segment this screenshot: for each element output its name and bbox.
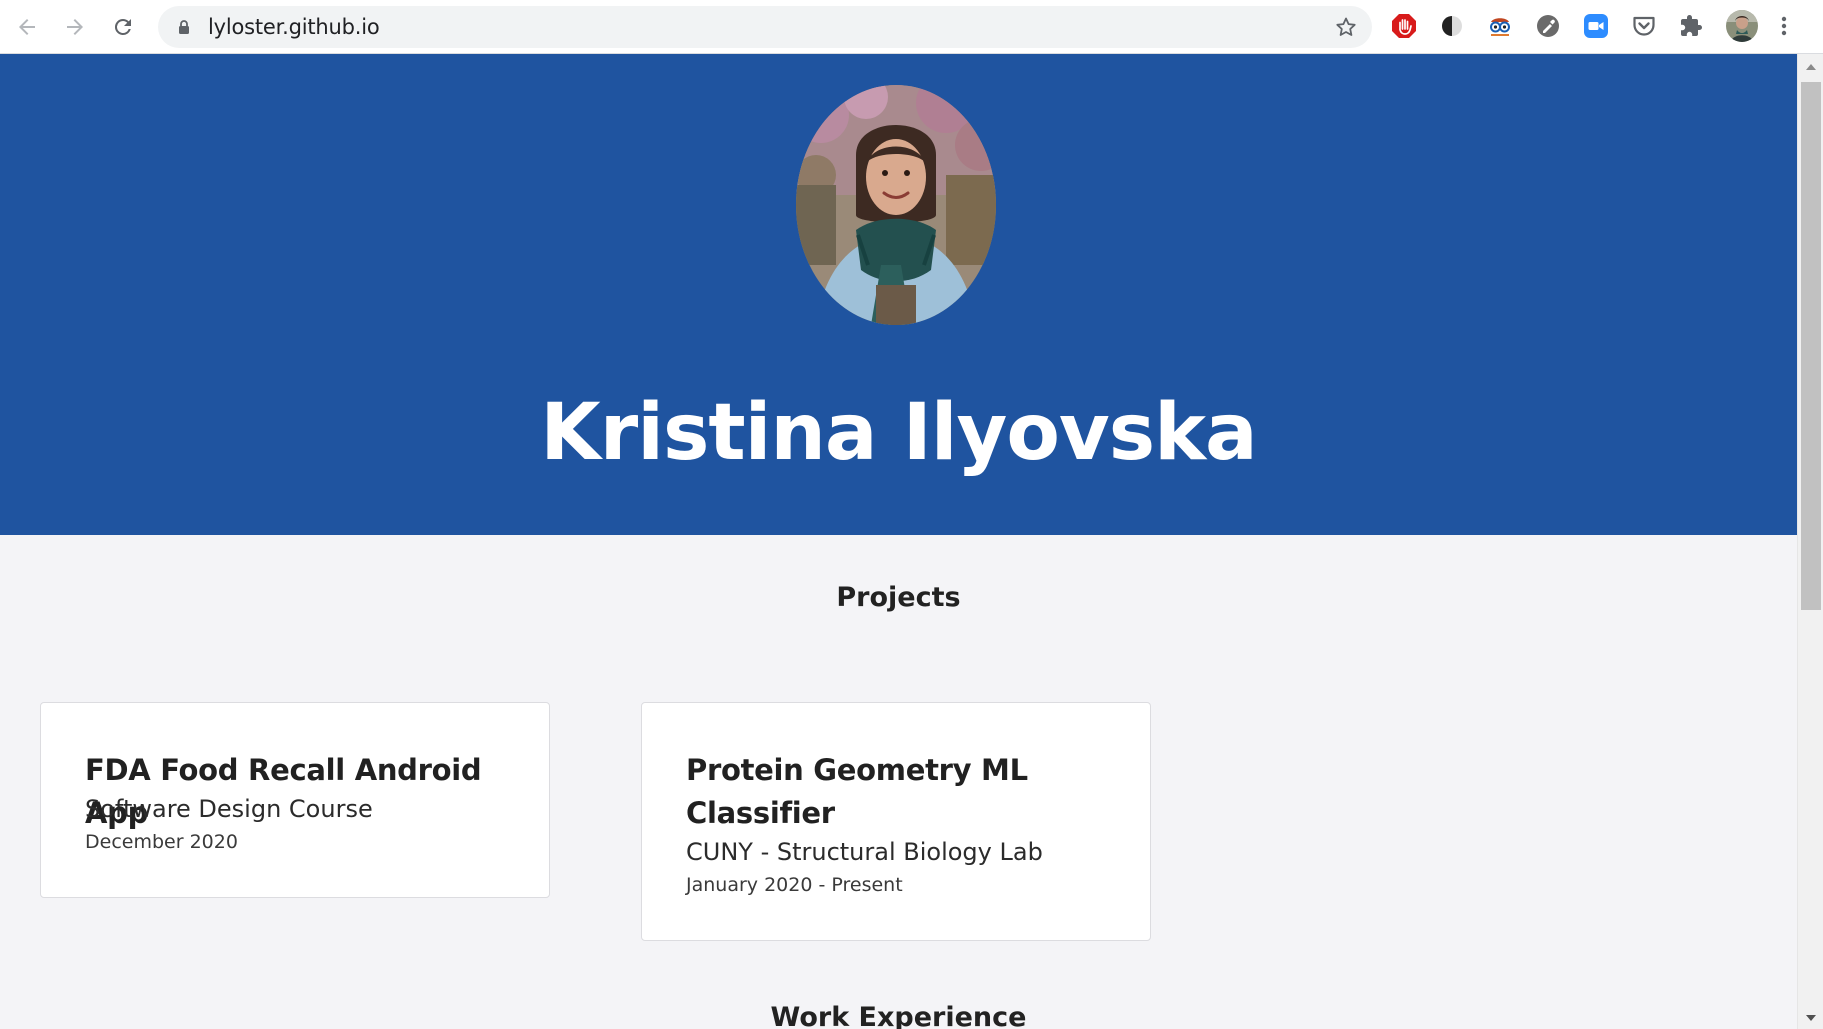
back-arrow-icon: [19, 19, 35, 35]
profile-photo: [796, 85, 996, 325]
url-text[interactable]: lyloster.github.io: [208, 6, 380, 48]
reload-icon: [114, 18, 131, 35]
project-date: December 2020: [85, 831, 238, 853]
kebab-menu-icon[interactable]: [1770, 12, 1798, 40]
scroll-up-arrow-icon[interactable]: [1806, 64, 1816, 70]
page-content: Kristina Ilyovska Projects FDA Food Reca…: [0, 54, 1797, 1029]
forward-arrow-icon: [67, 19, 83, 35]
reload-button[interactable]: [104, 8, 142, 46]
profile-avatar[interactable]: [1726, 10, 1758, 42]
browser-toolbar: lyloster.github.io: [0, 0, 1823, 54]
project-date: January 2020 - Present: [686, 874, 903, 896]
scroll-thumb[interactable]: [1801, 82, 1821, 610]
pocket-icon[interactable]: [1630, 12, 1658, 40]
puzzle-extensions-icon[interactable]: [1678, 12, 1706, 40]
profile-photo-image: [796, 85, 996, 325]
stop-hand-icon[interactable]: [1390, 12, 1418, 40]
project-card-protein[interactable]: Protein Geometry ML Classifier CUNY - St…: [641, 702, 1151, 941]
dark-mode-icon[interactable]: [1438, 12, 1466, 40]
project-subtitle: Software Design Course: [85, 795, 373, 823]
glasses-icon[interactable]: [1486, 12, 1514, 40]
forward-button[interactable]: [56, 8, 94, 46]
zoom-video-icon[interactable]: [1582, 12, 1610, 40]
project-card-fda[interactable]: FDA Food Recall Android App Software Des…: [40, 702, 550, 898]
project-title: Protein Geometry ML Classifier: [686, 753, 1028, 830]
address-bar[interactable]: lyloster.github.io: [158, 6, 1372, 48]
vertical-scrollbar[interactable]: [1797, 54, 1823, 1029]
scroll-down-arrow-icon[interactable]: [1806, 1015, 1816, 1021]
lock-icon: [179, 20, 189, 34]
eyedropper-icon[interactable]: [1534, 12, 1562, 40]
work-experience-heading: Work Experience: [770, 1002, 1027, 1029]
page-title: Kristina Ilyovska: [540, 388, 1257, 478]
hero-banner: Kristina Ilyovska: [0, 54, 1797, 535]
project-subtitle: CUNY - Structural Biology Lab: [686, 838, 1043, 866]
back-button[interactable]: [8, 8, 46, 46]
projects-heading: Projects: [836, 582, 961, 613]
bookmark-star-icon[interactable]: [1334, 15, 1358, 39]
